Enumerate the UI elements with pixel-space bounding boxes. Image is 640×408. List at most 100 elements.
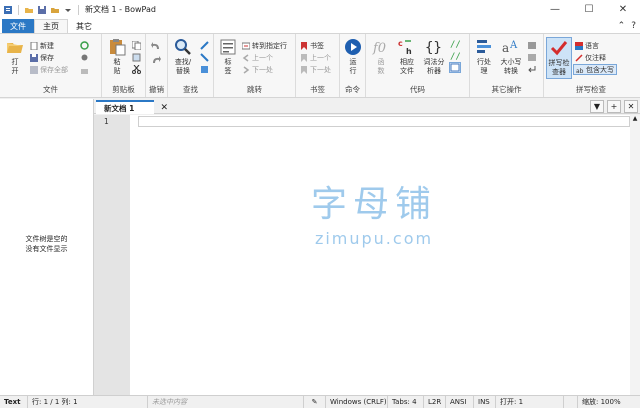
reload-icon[interactable] xyxy=(80,40,89,51)
corresponding-file-icon: ch xyxy=(398,38,416,56)
new-button[interactable]: 新建 xyxy=(30,40,54,51)
status-tabs[interactable]: Tabs: 4 xyxy=(388,395,424,408)
app-icon[interactable] xyxy=(3,5,13,15)
document-tab-bar: 新文档 1 ✕ ▼ + ✕ xyxy=(94,99,640,114)
svg-text:ab: ab xyxy=(576,68,584,74)
svg-text:{}: {} xyxy=(425,40,442,56)
code-group: f0 函 数 ch 相应 文件 {} 词法分 析器 // // 代码 xyxy=(366,34,470,97)
save-icon[interactable] xyxy=(37,5,47,15)
magnifier-icon xyxy=(174,38,192,56)
jump-group: 标 签 转到指定行 上一个 下一处 跳转 xyxy=(214,34,296,97)
tag-list-icon xyxy=(219,38,237,56)
quick-access-toolbar xyxy=(0,4,81,15)
settings-icon[interactable] xyxy=(80,52,89,63)
paste-icon xyxy=(108,38,126,56)
collapse-ribbon-icon[interactable]: ⌃ xyxy=(618,21,626,31)
checkmark-icon xyxy=(550,39,568,57)
uppercase-icon: ab xyxy=(576,66,584,75)
status-lexer[interactable]: Text xyxy=(0,395,28,408)
find-file-icon[interactable] xyxy=(200,64,209,75)
tab-file[interactable]: 文件 xyxy=(2,19,34,33)
toggle-bookmark-button[interactable]: 书签 xyxy=(300,40,324,51)
status-edit-icon: ✎ xyxy=(304,395,326,408)
comments-only-button[interactable]: 仅注释 xyxy=(575,52,606,63)
paste-button[interactable]: 粘 贴 xyxy=(106,38,128,76)
tab-other[interactable]: 其它 xyxy=(68,19,100,33)
save-button[interactable]: 保存 xyxy=(30,52,54,63)
code-view-icon[interactable] xyxy=(449,62,461,73)
status-encoding[interactable]: ANSI xyxy=(446,395,474,408)
window-title: 新文档 1 - BowPad xyxy=(85,5,156,14)
folder-icon[interactable] xyxy=(50,5,60,15)
save-all-button[interactable]: 保存全部 xyxy=(30,64,68,75)
command-group: 运 行 命令 xyxy=(340,34,366,97)
cut-icon[interactable] xyxy=(132,64,141,75)
status-position: 行: 1 / 1 列: 1 xyxy=(28,395,148,408)
svg-text://: // xyxy=(450,52,460,60)
include-uppercase-button[interactable]: ab 包含大写 xyxy=(573,64,617,75)
scroll-up-icon[interactable]: ▲ xyxy=(630,115,640,125)
goto-line-button[interactable]: 转到指定行 xyxy=(241,40,287,51)
minimize-button[interactable]: — xyxy=(538,0,572,19)
case-convert-button[interactable]: aA 大小写 转换 xyxy=(498,38,524,76)
document-tab[interactable]: 新文档 1 ✕ xyxy=(96,100,168,114)
tab-home[interactable]: 主页 xyxy=(34,19,68,33)
comments-only-icon xyxy=(575,53,583,62)
text-op2-icon[interactable] xyxy=(527,52,537,63)
lexer-button[interactable]: {} 词法分 析器 xyxy=(422,38,446,76)
copy-append-icon[interactable] xyxy=(132,52,141,63)
help-icon[interactable]: ? xyxy=(631,21,636,31)
jump-group-label: 跳转 xyxy=(247,85,262,94)
new-tab-button[interactable]: + xyxy=(607,100,621,113)
code-group-label: 代码 xyxy=(410,85,425,94)
status-zoom[interactable]: 缩放: 100% xyxy=(578,396,625,408)
editor-area[interactable]: 1 字母铺 zimupu.com ▲ xyxy=(94,115,640,395)
bookmark-next-button[interactable]: 下一处 xyxy=(300,64,331,75)
play-icon xyxy=(344,38,362,56)
status-eol[interactable]: Windows (CRLF) xyxy=(326,395,388,408)
vertical-scrollbar[interactable]: ▲ xyxy=(630,115,640,395)
line-processing-icon xyxy=(475,38,493,56)
close-button[interactable]: ✕ xyxy=(606,0,640,19)
spell-checker-button[interactable]: 拼写检 查器 xyxy=(546,37,572,79)
close-all-button[interactable]: ✕ xyxy=(624,100,638,113)
uncomment-icon[interactable]: // xyxy=(450,50,460,61)
find-prev-icon[interactable] xyxy=(200,52,209,63)
line-ending-icon[interactable] xyxy=(527,64,537,75)
status-open-count: 打开: 1 xyxy=(496,395,564,408)
bookmark-prev-button[interactable]: 上一个 xyxy=(300,52,331,63)
find-group-label: 查找 xyxy=(183,85,198,94)
close-tab-icon[interactable]: ✕ xyxy=(160,103,168,113)
maximize-button[interactable]: ☐ xyxy=(572,0,606,19)
language-button[interactable]: 语言 xyxy=(575,40,599,51)
line-processing-button[interactable]: 行处 理 xyxy=(472,38,496,76)
lock-icon[interactable] xyxy=(80,64,89,75)
jump-prev-button[interactable]: 上一个 xyxy=(242,52,273,63)
status-insert-mode[interactable]: INS xyxy=(474,395,496,408)
find-next-icon[interactable] xyxy=(200,40,209,51)
comment-icon[interactable]: // xyxy=(450,38,460,49)
save-icon xyxy=(30,53,38,62)
corresponding-file-button[interactable]: ch 相应 文件 xyxy=(396,38,418,76)
open-button[interactable]: 打 开 xyxy=(4,38,26,76)
run-button[interactable]: 运 行 xyxy=(342,38,364,76)
function-button[interactable]: f0 函 数 xyxy=(370,38,392,76)
svg-text:f0: f0 xyxy=(372,41,386,56)
jump-next-button[interactable]: 下一处 xyxy=(242,64,273,75)
tab-list-button[interactable]: ▼ xyxy=(590,100,604,113)
redo-icon[interactable] xyxy=(151,54,161,65)
open-folder-icon[interactable] xyxy=(24,5,34,15)
undo-icon[interactable] xyxy=(151,40,161,51)
file-tree-panel[interactable]: 文件树是空的 没有文件显示 xyxy=(0,99,94,395)
text-op-icon[interactable] xyxy=(527,40,537,51)
title-bar: 新文档 1 - BowPad — ☐ ✕ xyxy=(0,0,640,19)
dropdown-arrow-icon[interactable] xyxy=(63,5,73,15)
current-line-highlight[interactable] xyxy=(138,116,630,127)
watermark-url: zimupu.com xyxy=(314,229,434,248)
find-replace-button[interactable]: 查找/ 替换 xyxy=(170,38,196,76)
goto-tag-button[interactable]: 标 签 xyxy=(217,38,239,76)
file-group: 打 开 新建 保存 保存全部 文件 xyxy=(0,34,102,97)
status-direction[interactable]: L2R xyxy=(424,395,446,408)
copy-icon[interactable] xyxy=(132,40,141,51)
new-document-icon xyxy=(30,41,38,50)
